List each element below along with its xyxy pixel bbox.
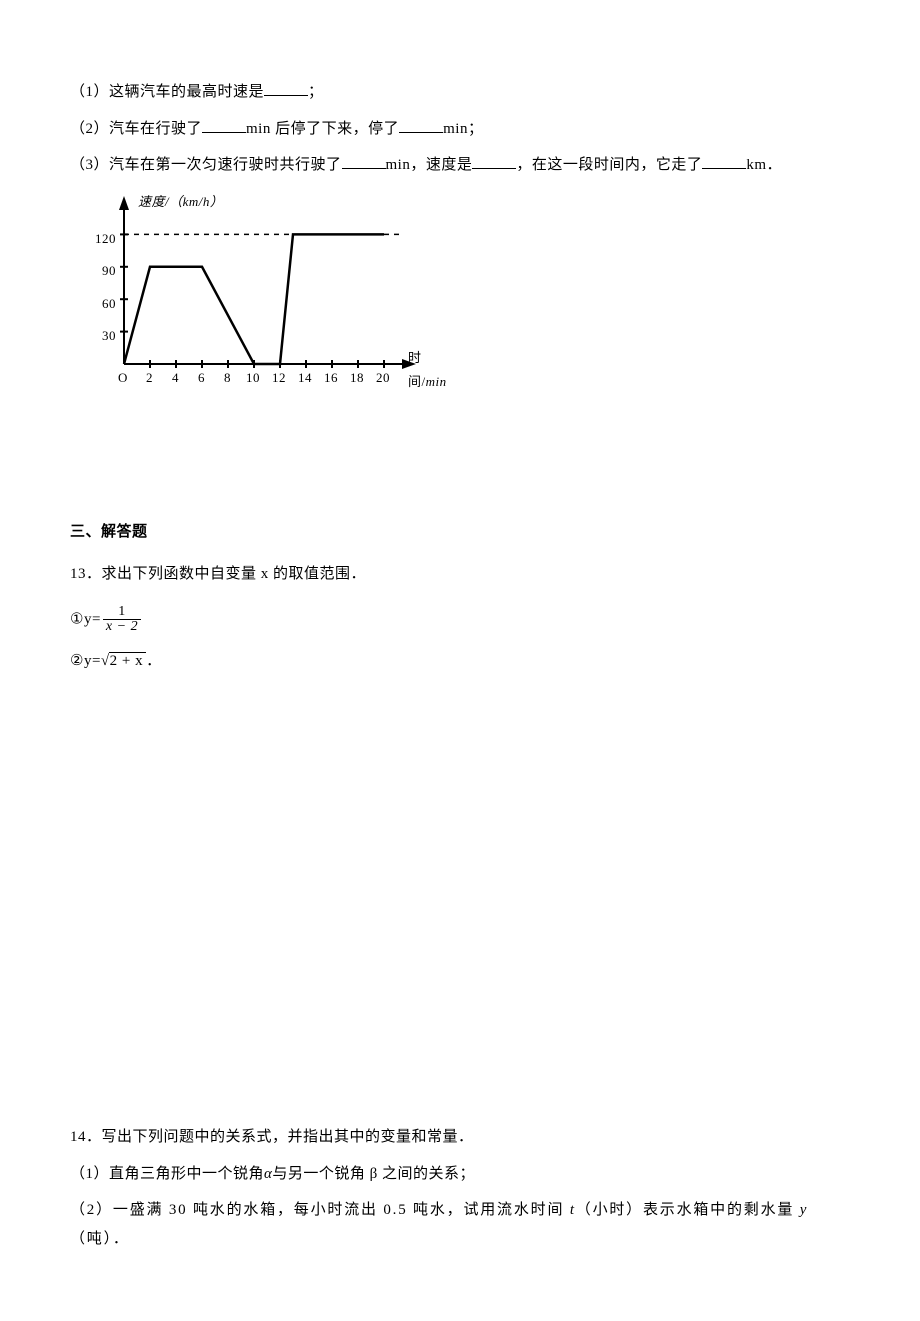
q13-item1-prefix: ①y= <box>70 611 101 627</box>
chart-y-unit: km/h <box>183 194 210 209</box>
q14-sub2-a: （2）一盛满 30 吨水的水箱，每小时流出 0.5 吨水，试用流水时间 <box>70 1202 570 1218</box>
chart-x-axis-label: 时间/min <box>408 346 460 395</box>
square-root: 2 + x <box>101 647 146 676</box>
blank <box>399 117 443 133</box>
y-tick-90: 90 <box>88 259 116 284</box>
q13-stem: 13．求出下列函数中自变量 x 的取值范围． <box>70 560 850 589</box>
x-tick-4: 4 <box>172 366 179 391</box>
blank <box>472 153 516 169</box>
x-tick-origin: O <box>118 366 128 391</box>
y-tick-60: 60 <box>88 292 116 317</box>
x-tick-16: 16 <box>324 366 338 391</box>
blank <box>202 117 246 133</box>
chart-x-unit: min <box>426 374 447 389</box>
chart-svg <box>70 188 460 388</box>
q12-sub1: （1）这辆汽车的最高时速是 ； <box>70 78 850 107</box>
q14-sub2: （2）一盛满 30 吨水的水箱，每小时流出 0.5 吨水，试用流水时间 t（小时… <box>70 1196 850 1253</box>
q14-sub1-c: 之间的关系； <box>378 1166 475 1182</box>
q12-sub2-pre: （2）汽车在行驶了 <box>70 121 202 137</box>
x-tick-14: 14 <box>298 366 312 391</box>
var-y: y <box>800 1202 808 1218</box>
q12-sub3-post: km． <box>746 157 782 173</box>
q12-sub3-pre: （3）汽车在第一次匀速行驶时共行驶了 <box>70 157 342 173</box>
x-tick-2: 2 <box>146 366 153 391</box>
section-3-title: 三、解答题 <box>70 518 850 547</box>
x-tick-20: 20 <box>376 366 390 391</box>
radicand: 2 + x <box>109 652 146 669</box>
x-tick-6: 6 <box>198 366 205 391</box>
chart-y-unit-open: （ <box>169 194 183 209</box>
q13-item1: ①y=1x − 2 <box>70 605 850 635</box>
blank <box>342 153 386 169</box>
q12-sub2-mid1: min 后停了下来，停了 <box>246 121 399 137</box>
q13-item2-suffix: ． <box>146 653 162 669</box>
q13-item2-prefix: ②y= <box>70 653 101 669</box>
fraction: 1x − 2 <box>103 605 141 635</box>
q14-sub1-b: 与另一个锐角 <box>272 1166 369 1182</box>
fraction-denominator: x − 2 <box>103 620 141 635</box>
chart-y-label-text: 速度/ <box>138 194 169 209</box>
q12-sub1-pre: （1）这辆汽车的最高时速是 <box>70 84 264 100</box>
fraction-numerator: 1 <box>103 605 141 621</box>
beta-symbol: β <box>370 1166 378 1182</box>
x-tick-10: 10 <box>246 366 260 391</box>
blank <box>702 153 746 169</box>
blank <box>264 80 308 96</box>
x-tick-8: 8 <box>224 366 231 391</box>
q14-sub2-c: （吨）． <box>70 1231 130 1247</box>
whitespace-gap <box>70 683 850 1113</box>
q12-sub2: （2）汽车在行驶了 min 后停了下来，停了 min； <box>70 115 850 144</box>
q13-item2: ②y= 2 + x． <box>70 647 850 676</box>
x-tick-12: 12 <box>272 366 286 391</box>
y-tick-120: 120 <box>88 227 116 252</box>
q14-sub2-b: （小时）表示水箱中的剩水量 <box>576 1202 800 1218</box>
q12-sub1-post: ； <box>308 84 324 100</box>
speed-time-chart: 速度/（km/h） 时间/min 30 60 90 120 O 2 4 6 8 … <box>70 188 460 388</box>
q12-sub3: （3）汽车在第一次匀速行驶时共行驶了 min，速度是 ，在这一段时间内，它走了 km． <box>70 151 850 180</box>
chart-y-unit-close: ） <box>210 194 224 209</box>
q14-stem: 14．写出下列问题中的关系式，并指出其中的变量和常量． <box>70 1123 850 1152</box>
x-tick-18: 18 <box>350 366 364 391</box>
q12-sub2-post: min； <box>443 121 483 137</box>
chart-y-axis-label: 速度/（km/h） <box>138 190 223 215</box>
q14-sub1: （1）直角三角形中一个锐角α与另一个锐角 β 之间的关系； <box>70 1160 850 1189</box>
q14-sub1-a: （1）直角三角形中一个锐角 <box>70 1166 264 1182</box>
q12-sub3-mid1: min，速度是 <box>386 157 473 173</box>
q12-sub3-mid2: ，在这一段时间内，它走了 <box>516 157 702 173</box>
y-tick-30: 30 <box>88 324 116 349</box>
chart-x-label-text: 时间/ <box>408 350 426 390</box>
